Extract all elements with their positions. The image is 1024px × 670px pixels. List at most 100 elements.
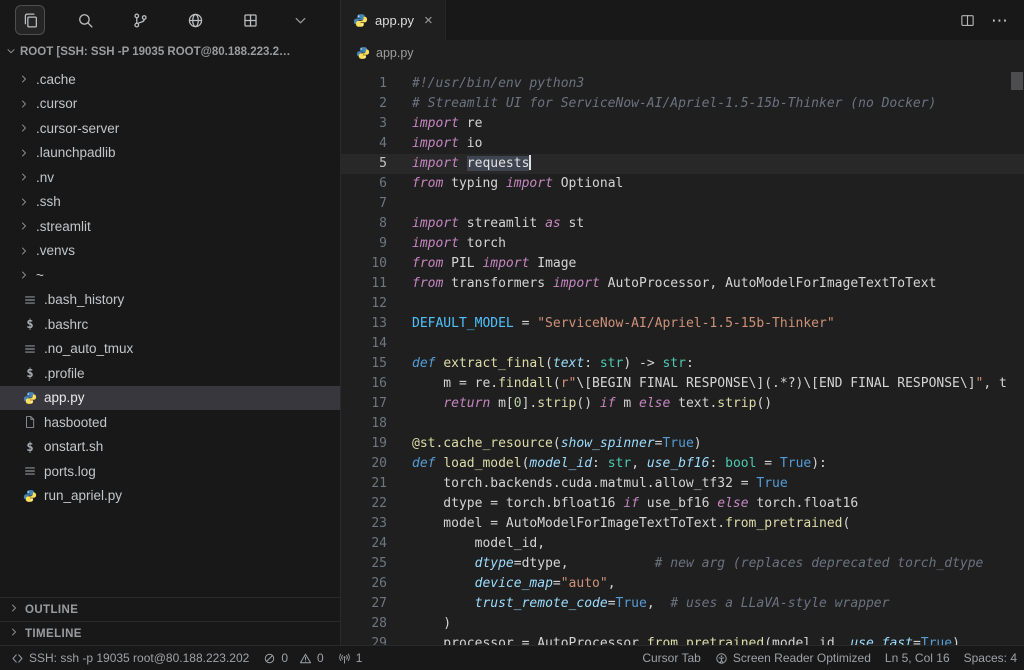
code-line-4[interactable]: 4import io (341, 134, 1024, 154)
folder-item-.streamlit[interactable]: .streamlit (0, 214, 340, 239)
tab-label: app.py (375, 13, 414, 28)
line-number: 8 (341, 214, 387, 234)
selected-text: requests (467, 156, 530, 171)
code-line-27[interactable]: 27 trust_remote_code=True, # uses a LLaV… (341, 594, 1024, 614)
file-item-ports.log[interactable]: ports.log (0, 459, 340, 484)
file-item-run_apriel.py[interactable]: run_apriel.py (0, 484, 340, 509)
code-line-7[interactable]: 7 (341, 194, 1024, 214)
remote-explorer-icon[interactable] (180, 5, 210, 35)
error-count: 0 (281, 651, 288, 665)
folder-item-.cursor-server[interactable]: .cursor-server (0, 116, 340, 141)
code-line-29[interactable]: 29 processor = AutoProcessor.from_pretra… (341, 634, 1024, 645)
close-tab-icon[interactable]: × (424, 13, 433, 28)
scrollbar-thumb[interactable] (1011, 72, 1023, 90)
file-item-.bashrc[interactable]: $.bashrc (0, 312, 340, 337)
spaces-status[interactable]: Spaces: 4 (957, 646, 1024, 670)
problems-status[interactable]: 0 0 (256, 646, 330, 670)
python-icon (353, 13, 368, 28)
code-editor[interactable]: 1#!/usr/bin/env python32# Streamlit UI f… (341, 66, 1024, 645)
search-icon[interactable] (70, 5, 100, 35)
forwarded-ports-status[interactable]: 1 (331, 646, 370, 670)
code-text: device_map="auto", (412, 574, 616, 594)
folder-item-.venvs[interactable]: .venvs (0, 239, 340, 264)
code-line-6[interactable]: 6from typing import Optional (341, 174, 1024, 194)
code-line-19[interactable]: 19@st.cache_resource(show_spinner=True) (341, 434, 1024, 454)
file-item-hasbooted[interactable]: hasbooted (0, 410, 340, 435)
code-line-28[interactable]: 28 ) (341, 614, 1024, 634)
timeline-section-header[interactable]: TIMELINE (0, 621, 340, 645)
file-item-.no_auto_tmux[interactable]: .no_auto_tmux (0, 337, 340, 362)
file-item-app.py[interactable]: app.py (0, 386, 340, 411)
explorer-root-label: ROOT [SSH: SSH -P 19035 ROOT@80.188.223.… (20, 46, 291, 58)
code-line-11[interactable]: 11from transformers import AutoProcessor… (341, 274, 1024, 294)
code-text: #!/usr/bin/env python3 (412, 74, 584, 94)
folder-item-.launchpadlib[interactable]: .launchpadlib (0, 141, 340, 166)
code-line-14[interactable]: 14 (341, 334, 1024, 354)
explorer-root-header[interactable]: ROOT [SSH: SSH -P 19035 ROOT@80.188.223.… (0, 40, 340, 64)
split-editor-icon[interactable] (960, 13, 975, 28)
code-line-16[interactable]: 16 m = re.findall(r"\[BEGIN FINAL RESPON… (341, 374, 1024, 394)
code-line-13[interactable]: 13DEFAULT_MODEL = "ServiceNow-AI/Apriel-… (341, 314, 1024, 334)
source-control-icon[interactable] (125, 5, 155, 35)
file-item-.bash_history[interactable]: .bash_history (0, 288, 340, 313)
folder-item-.nv[interactable]: .nv (0, 165, 340, 190)
chevron-right-icon (18, 73, 32, 85)
line-col-label: Ln 5, Col 16 (885, 651, 950, 665)
item-label: .launchpadlib (36, 145, 116, 160)
code-line-20[interactable]: 20def load_model(model_id: str, use_bf16… (341, 454, 1024, 474)
code-line-2[interactable]: 2# Streamlit UI for ServiceNow-AI/Apriel… (341, 94, 1024, 114)
code-text: import torch (412, 234, 506, 254)
editor-group: app.py × ⋯ app.py 1#!/usr/bin/env python… (341, 0, 1024, 645)
outline-section-header[interactable]: OUTLINE (0, 597, 340, 621)
code-line-10[interactable]: 10from PIL import Image (341, 254, 1024, 274)
code-line-24[interactable]: 24 model_id, (341, 534, 1024, 554)
shell-icon: $ (22, 366, 38, 380)
tab-app-py[interactable]: app.py × (341, 0, 446, 40)
code-line-22[interactable]: 22 dtype = torch.bfloat16 if use_bf16 el… (341, 494, 1024, 514)
code-line-9[interactable]: 9import torch (341, 234, 1024, 254)
line-number: 22 (341, 494, 387, 514)
line-col-status[interactable]: Ln 5, Col 16 (878, 646, 957, 670)
extensions-icon[interactable] (235, 5, 265, 35)
folder-item-.cache[interactable]: .cache (0, 67, 340, 92)
code-text: m = re.findall(r"\[BEGIN FINAL RESPONSE\… (412, 374, 1007, 394)
code-line-5[interactable]: 5import requests (341, 154, 1024, 174)
breadcrumb[interactable]: app.py (341, 40, 1024, 66)
breadcrumb-item: app.py (376, 46, 414, 60)
editor-scrollbar[interactable] (1010, 66, 1024, 645)
code-line-17[interactable]: 17 return m[0].strip() if m else text.st… (341, 394, 1024, 414)
file-item-.profile[interactable]: $.profile (0, 361, 340, 386)
code-line-21[interactable]: 21 torch.backends.cuda.matmul.allow_tf32… (341, 474, 1024, 494)
list-icon (22, 464, 38, 478)
chevron-right-icon (18, 220, 32, 232)
code-line-25[interactable]: 25 dtype=dtype, # new arg (replaces depr… (341, 554, 1024, 574)
item-label: .no_auto_tmux (44, 341, 133, 356)
folder-item-.cursor[interactable]: .cursor (0, 92, 340, 117)
folder-item-.ssh[interactable]: .ssh (0, 190, 340, 215)
item-label: .cursor-server (36, 121, 119, 136)
item-label: .cache (36, 72, 76, 87)
code-line-12[interactable]: 12 (341, 294, 1024, 314)
code-line-8[interactable]: 8import streamlit as st (341, 214, 1024, 234)
remote-status[interactable]: SSH: ssh -p 19035 root@80.188.223.202 (4, 646, 256, 670)
item-label: .bash_history (44, 292, 124, 307)
code-line-3[interactable]: 3import re (341, 114, 1024, 134)
editor-actions: ⋯ (944, 0, 1024, 40)
item-label: .streamlit (36, 219, 91, 234)
code-line-15[interactable]: 15def extract_final(text: str) -> str: (341, 354, 1024, 374)
status-bar: SSH: ssh -p 19035 root@80.188.223.202 0 … (0, 645, 1024, 670)
code-line-23[interactable]: 23 model = AutoModelForImageTextToText.f… (341, 514, 1024, 534)
more-actions-icon[interactable]: ⋯ (991, 12, 1008, 29)
code-line-1[interactable]: 1#!/usr/bin/env python3 (341, 74, 1024, 94)
chevron-down-icon[interactable] (290, 5, 310, 35)
line-number: 10 (341, 254, 387, 274)
cursor-tab-status[interactable]: Cursor Tab (635, 646, 707, 670)
chevron-right-icon (18, 196, 32, 208)
screen-reader-status[interactable]: Screen Reader Optimized (708, 646, 878, 670)
folder-item-~[interactable]: ~ (0, 263, 340, 288)
code-line-26[interactable]: 26 device_map="auto", (341, 574, 1024, 594)
explorer-icon[interactable] (15, 5, 45, 35)
code-line-18[interactable]: 18 (341, 414, 1024, 434)
chevron-down-icon (5, 45, 17, 60)
file-item-onstart.sh[interactable]: $onstart.sh (0, 435, 340, 460)
